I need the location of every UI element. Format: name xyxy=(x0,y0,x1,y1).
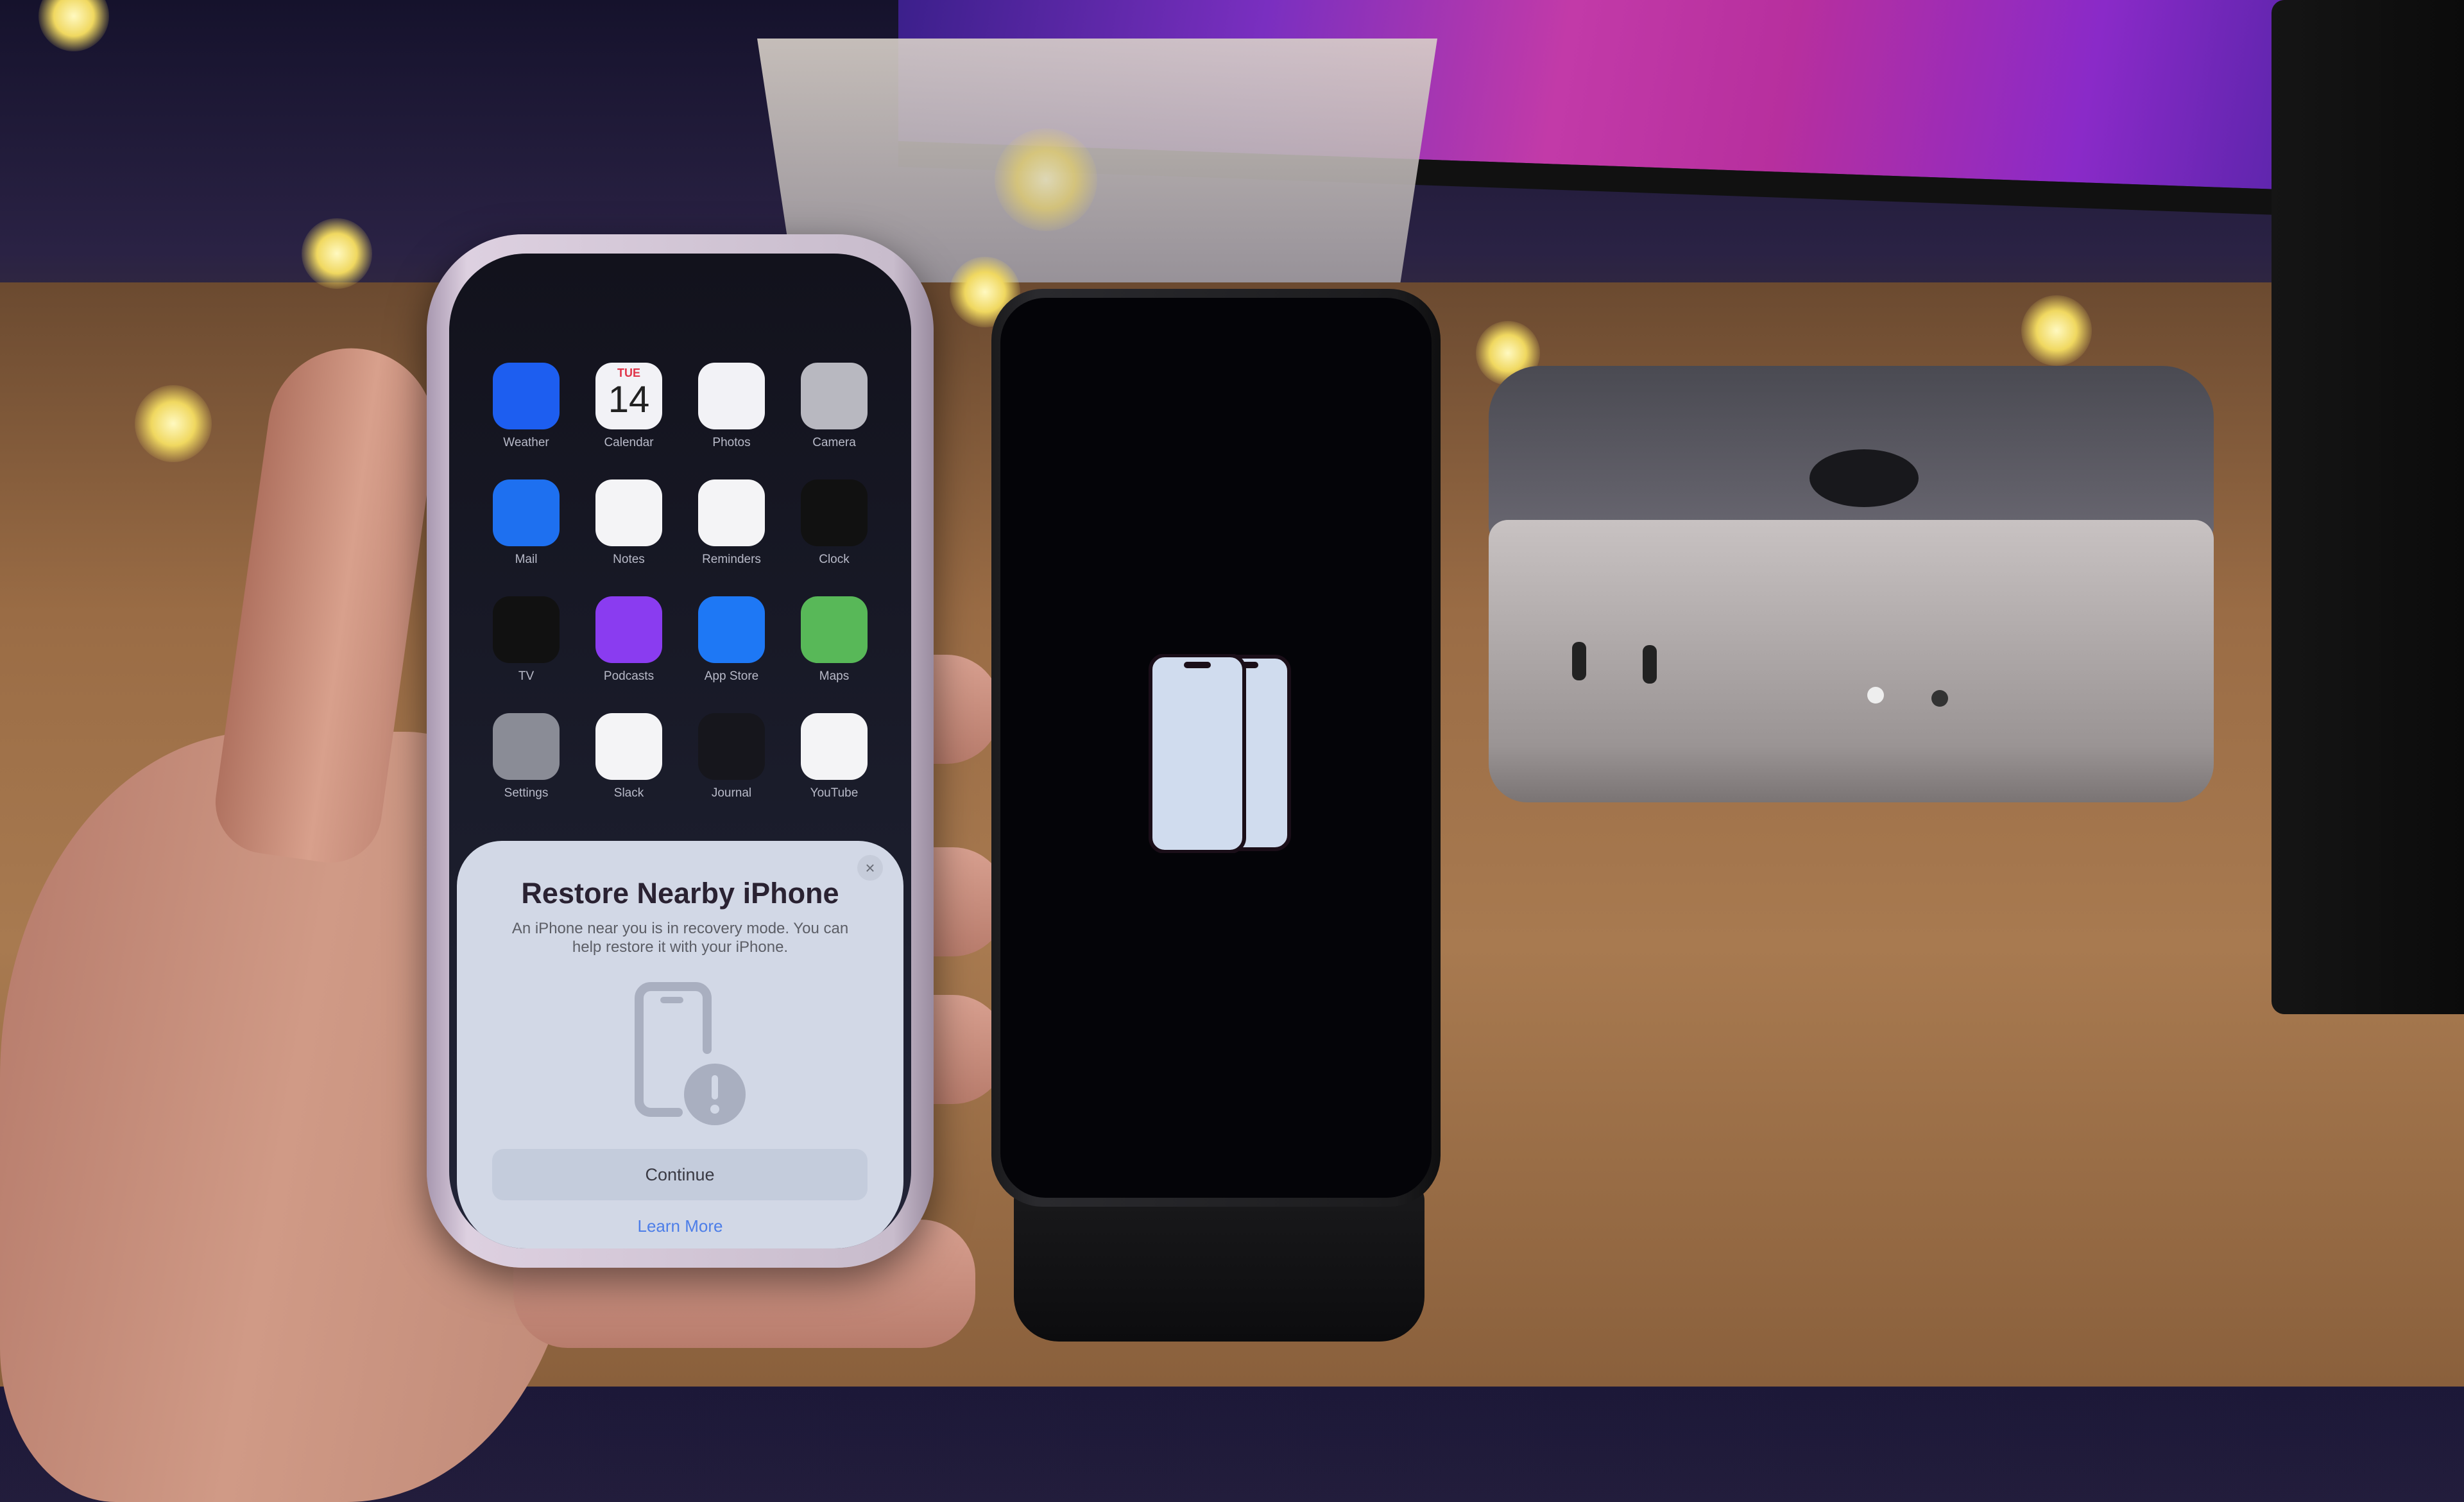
app-mail[interactable]: Mail xyxy=(475,479,578,567)
app-label: Reminders xyxy=(702,553,761,566)
notes-icon xyxy=(595,479,662,546)
app-label: Journal xyxy=(711,786,752,800)
reminders-icon xyxy=(698,479,765,546)
camera-icon xyxy=(801,363,868,429)
app-tv[interactable]: TV xyxy=(475,596,578,684)
app-notes[interactable]: Notes xyxy=(578,479,680,567)
photos-icon xyxy=(698,363,765,429)
headphone-jack xyxy=(1867,687,1884,704)
app-camera[interactable]: Camera xyxy=(783,363,886,450)
speaker xyxy=(2272,0,2464,1014)
app-store-icon xyxy=(698,596,765,663)
continue-button[interactable]: Continue xyxy=(492,1149,868,1200)
app-label: TV xyxy=(518,669,535,683)
mac-mini-front xyxy=(1489,520,2214,802)
app-journal[interactable]: Journal xyxy=(680,713,783,800)
app-label: Podcasts xyxy=(603,669,654,683)
app-label: Photos xyxy=(712,436,751,449)
mac-mini-top xyxy=(1489,366,2214,546)
app-label: App Store xyxy=(704,669,759,683)
app-slack[interactable]: Slack xyxy=(578,713,680,800)
iphone-left-screen: Weather TUE 14 Calendar Photos Camera Mail Note… xyxy=(449,254,911,1248)
app-podcasts[interactable]: Podcasts xyxy=(578,596,680,684)
app-label: YouTube xyxy=(810,786,859,800)
mac-mini xyxy=(1489,366,2214,867)
slack-icon xyxy=(595,713,662,780)
app-label: Weather xyxy=(503,436,549,449)
usb-c-port xyxy=(1572,642,1586,680)
app-label: Camera xyxy=(812,436,856,449)
app-photos[interactable]: Photos xyxy=(680,363,783,450)
apple-logo-icon xyxy=(1810,449,1919,507)
settings-icon xyxy=(493,713,560,780)
fairy-light xyxy=(2021,295,2092,366)
sheet-title: Restore Nearby iPhone xyxy=(521,877,839,910)
clock-icon xyxy=(801,479,868,546)
home-screen-grid: Weather TUE 14 Calendar Photos Camera Mail Note… xyxy=(475,363,886,800)
mail-icon xyxy=(493,479,560,546)
app-label: Slack xyxy=(613,786,644,800)
podcasts-icon xyxy=(595,596,662,663)
learn-more-link[interactable]: Learn More xyxy=(457,1216,903,1236)
app-youtube[interactable]: YouTube xyxy=(783,713,886,800)
app-label: Mail xyxy=(515,553,538,566)
app-weather[interactable]: Weather xyxy=(475,363,578,450)
restore-nearby-iphone-sheet: × Restore Nearby iPhone An iPhone near y… xyxy=(457,841,903,1248)
iphone-warning-icon xyxy=(635,982,746,1125)
youtube-icon xyxy=(801,713,868,780)
app-calendar[interactable]: TUE 14 Calendar xyxy=(578,363,680,450)
app-label: Maps xyxy=(819,669,850,683)
weather-icon xyxy=(493,363,560,429)
app-label: Settings xyxy=(504,786,549,800)
sheet-description: An iPhone near you is in recovery mode. … xyxy=(511,920,849,956)
close-icon: × xyxy=(865,858,875,877)
app-reminders[interactable]: Reminders xyxy=(680,479,783,567)
app-settings[interactable]: Settings xyxy=(475,713,578,800)
apple-tv-icon xyxy=(493,596,560,663)
maps-icon xyxy=(801,596,868,663)
app-label: Notes xyxy=(613,553,645,566)
journal-icon xyxy=(698,713,765,780)
app-label: Calendar xyxy=(604,436,654,449)
power-led xyxy=(1931,690,1948,707)
calendar-date: 14 xyxy=(608,379,650,420)
app-clock[interactable]: Clock xyxy=(783,479,886,567)
iphone-right-screen xyxy=(1000,298,1432,1198)
app-label: Clock xyxy=(819,553,850,566)
iphone-left: Weather TUE 14 Calendar Photos Camera Mail Note… xyxy=(427,234,934,1268)
usb-c-port xyxy=(1643,645,1657,684)
app-maps[interactable]: Maps xyxy=(783,596,886,684)
recovery-mode-two-iphones-icon xyxy=(1149,654,1291,853)
app-app-store[interactable]: App Store xyxy=(680,596,783,684)
calendar-icon: TUE 14 xyxy=(595,363,662,429)
iphone-right xyxy=(991,289,1441,1207)
fairy-light xyxy=(995,128,1097,231)
fairy-light xyxy=(302,218,372,289)
